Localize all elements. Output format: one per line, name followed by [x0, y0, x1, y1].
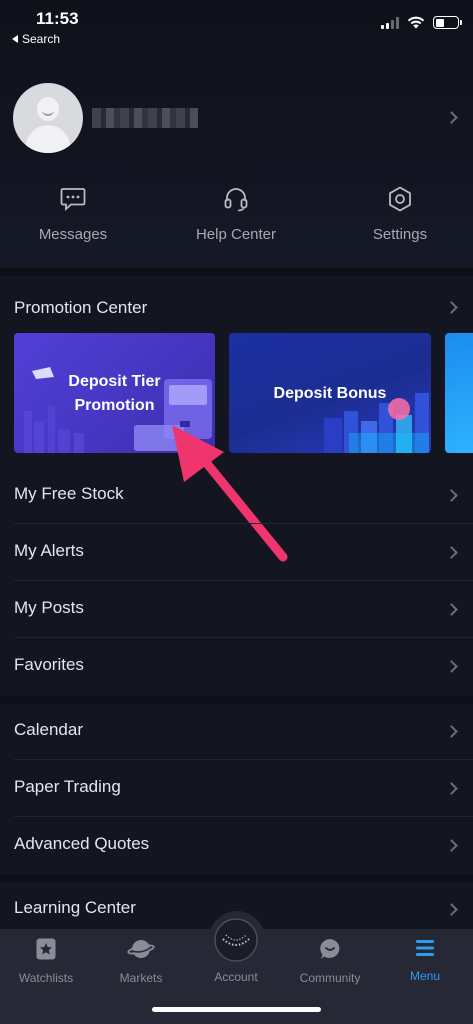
settings-button[interactable]: Settings [340, 185, 460, 243]
username-blurred [92, 108, 198, 128]
back-to-search-link[interactable]: Search [12, 32, 60, 46]
promotion-card-partial[interactable] [445, 333, 473, 453]
deposit-tier-title-line2: Promotion [74, 397, 155, 414]
menu-item-my-posts[interactable]: My Posts [0, 581, 473, 638]
menu-item-calendar[interactable]: Calendar [0, 703, 473, 760]
battery-icon [433, 16, 462, 29]
status-time: 11:53 [36, 9, 79, 28]
chevron-right-icon [445, 839, 458, 852]
settings-label: Settings [372, 226, 428, 243]
avatar [13, 83, 83, 153]
wifi-icon [407, 16, 425, 29]
profile-row[interactable] [0, 80, 473, 155]
message-icon [60, 188, 86, 211]
status-bar: 11:53 Search [0, 0, 473, 50]
cellular-signal-icon [381, 16, 399, 29]
menu-item-my-alerts[interactable]: My Alerts [0, 524, 473, 581]
back-search-label: Search [22, 32, 61, 46]
tab-community[interactable]: Community [285, 937, 375, 985]
section-divider [0, 268, 473, 276]
quick-actions: Messages Help Center Settings [0, 185, 473, 245]
chevron-right-icon [445, 603, 458, 616]
deposit-tier-promotion-card[interactable]: Deposit Tier Promotion [14, 333, 215, 453]
menu-item-advanced-quotes[interactable]: Advanced Quotes [0, 817, 473, 874]
deposit-bonus-title: Deposit Bonus [273, 385, 387, 402]
menu-item-label: My Free Stock [14, 484, 124, 503]
messages-label: Messages [38, 226, 108, 243]
promotion-center-header[interactable]: Promotion Center [0, 285, 473, 325]
tab-account[interactable]: Account [191, 917, 281, 984]
tab-label: Account [214, 970, 258, 984]
tab-menu[interactable]: Menu [380, 937, 470, 983]
chevron-right-icon [445, 782, 458, 795]
menu-item-my-free-stock[interactable]: My Free Stock [0, 467, 473, 524]
planet-icon [127, 940, 155, 958]
deposit-bonus-card[interactable]: Deposit Bonus [229, 333, 431, 453]
chevron-right-icon [445, 489, 458, 502]
chevron-right-icon [445, 546, 458, 559]
chat-icon [320, 939, 340, 959]
menu-item-label: Calendar [14, 720, 83, 739]
tab-label: Watchlists [18, 971, 74, 985]
system-icons [381, 16, 462, 29]
star-icon [36, 938, 56, 960]
menu-item-favorites[interactable]: Favorites [0, 638, 473, 695]
help-center-button[interactable]: Help Center [176, 185, 296, 243]
chevron-right-icon [445, 301, 458, 314]
messages-button[interactable]: Messages [13, 185, 133, 243]
headset-icon [224, 188, 248, 212]
chevron-right-icon [445, 903, 458, 916]
menu-item-label: Favorites [14, 655, 84, 674]
gear-icon [389, 186, 411, 212]
tab-watchlists[interactable]: Watchlists [1, 937, 91, 985]
tab-label: Community [299, 971, 361, 985]
help-center-label: Help Center [195, 226, 277, 243]
home-indicator [152, 1007, 321, 1012]
menu-item-label: Learning Center [14, 898, 136, 917]
chevron-right-icon [445, 111, 458, 124]
account-icon [214, 918, 258, 962]
menu-icon [416, 940, 434, 956]
menu-item-label: Paper Trading [14, 777, 121, 796]
tab-label: Menu [409, 969, 441, 983]
menu-item-label: Advanced Quotes [14, 834, 150, 853]
chevron-right-icon [445, 725, 458, 738]
tab-markets[interactable]: Markets [96, 937, 186, 985]
menu-item-paper-trading[interactable]: Paper Trading [0, 760, 473, 817]
promotion-center-title: Promotion Center [14, 298, 148, 317]
menu-item-label: My Posts [14, 598, 84, 617]
back-arrow-icon [12, 35, 18, 43]
menu-item-label: My Alerts [14, 541, 84, 560]
menu-screen: 11:53 Search Messages Help Center Settin… [0, 0, 473, 1024]
tab-label: Markets [119, 971, 163, 985]
deposit-tier-title-line1: Deposit Tier [68, 373, 161, 390]
chevron-right-icon [445, 660, 458, 673]
